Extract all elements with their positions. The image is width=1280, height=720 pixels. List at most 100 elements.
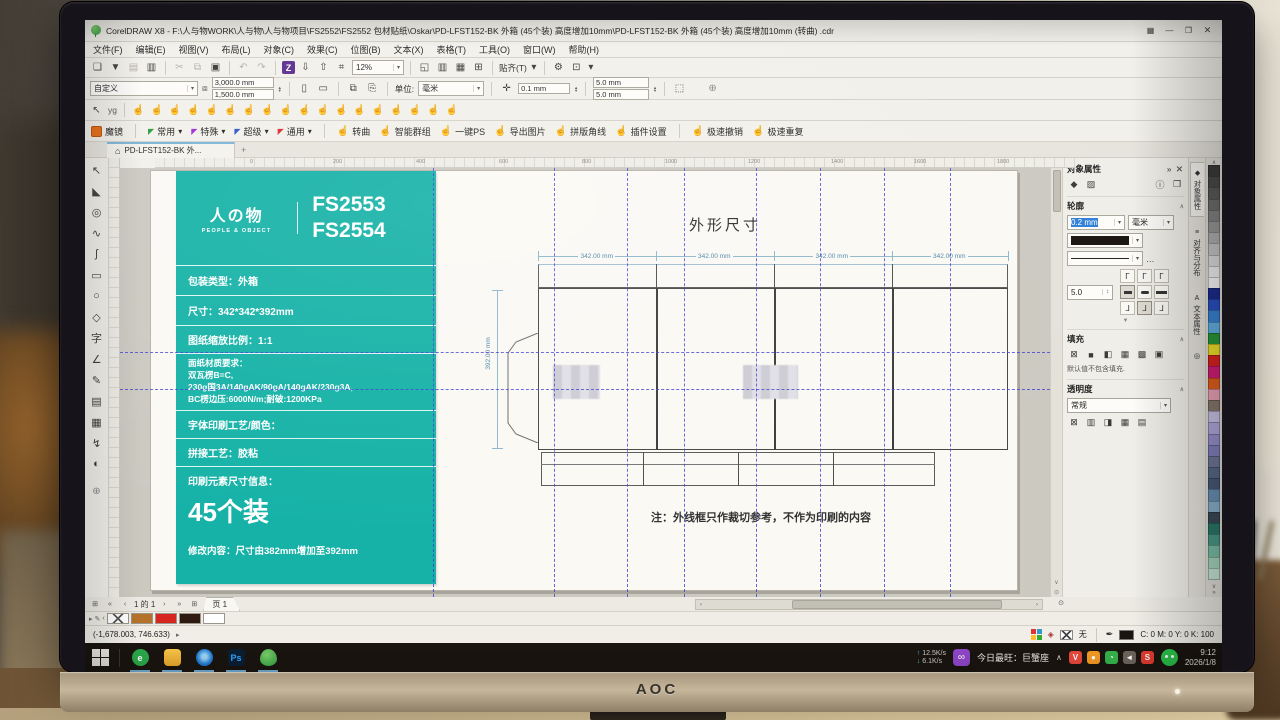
- outline-color-combo[interactable]: ▾: [1067, 233, 1143, 248]
- fill-tab-icon[interactable]: ▨: [1084, 178, 1098, 191]
- new-document-icon[interactable]: ❏: [90, 60, 105, 75]
- all-pages-icon[interactable]: ⧉: [346, 81, 361, 96]
- plugin-group-super[interactable]: ◤超级▾: [234, 125, 268, 138]
- guideline-horizontal[interactable]: [120, 389, 1050, 390]
- show-rulers-icon[interactable]: ▥: [435, 60, 450, 75]
- docpal-scroll-icon[interactable]: ‹: [102, 615, 104, 622]
- next-page-icon[interactable]: ›: [158, 601, 170, 608]
- cap-butt-icon[interactable]: [1120, 285, 1135, 299]
- fountain-fill-icon[interactable]: ◧: [1101, 348, 1115, 361]
- drawing-viewport[interactable]: 人の物 PEOPLE & OBJECT FS2553 FS2554 包装类型：外…: [120, 168, 1050, 597]
- outline-width-combo[interactable]: 0.2 mm▾: [1067, 215, 1125, 230]
- open-icon[interactable]: ▼: [108, 60, 123, 75]
- pattern-fill-icon[interactable]: ▦: [1118, 348, 1132, 361]
- tab-object-properties[interactable]: ◆对象属性: [1190, 162, 1204, 217]
- outline-style-combo[interactable]: ▾: [1067, 251, 1143, 266]
- docpal-eyedropper-icon[interactable]: ✎: [95, 615, 101, 623]
- plugin-group-special[interactable]: ◤特殊▾: [191, 125, 225, 138]
- plugin-group-general[interactable]: ◤通用▾: [278, 125, 312, 138]
- plugin-hand-icon[interactable]: ☝: [390, 105, 402, 116]
- plugin-export-image[interactable]: ☝导出图片: [494, 125, 545, 138]
- plugin-hand-icon[interactable]: ☝: [187, 105, 199, 116]
- menu-item-1[interactable]: 编辑(E): [136, 43, 166, 56]
- menu-item-10[interactable]: 窗口(W): [523, 43, 556, 56]
- page-width-field[interactable]: 3,000.0 mm: [212, 77, 274, 88]
- zoom-tool[interactable]: ◎: [87, 202, 107, 222]
- plugin-hand-icon[interactable]: ☝: [224, 105, 236, 116]
- coords-expand-icon[interactable]: ▸: [176, 631, 180, 639]
- plugin-hand-icon[interactable]: ☝: [261, 105, 273, 116]
- miter-limit-field[interactable]: 5.0 ↕: [1067, 285, 1113, 300]
- transparency-mode-combo[interactable]: 常规▾: [1067, 398, 1171, 413]
- constellation-app-icon[interactable]: ∞: [953, 649, 970, 666]
- corner-bevel-icon[interactable]: Γ: [1154, 269, 1169, 283]
- application-launcher-icon[interactable]: ⊡: [569, 60, 584, 75]
- nudge-field[interactable]: 0.1 mm: [518, 83, 570, 94]
- plugin-hand-icon[interactable]: ☝: [317, 105, 329, 116]
- page-height-field[interactable]: 1,500.0 mm: [212, 89, 274, 100]
- sogou-icon[interactable]: S: [1141, 651, 1154, 664]
- plugin-hand-icon[interactable]: ☝: [372, 105, 384, 116]
- no-fill-icon[interactable]: ⊠: [1067, 348, 1081, 361]
- document-palette-swatch[interactable]: [155, 613, 177, 624]
- redo-icon[interactable]: ↷: [254, 60, 269, 75]
- document-palette-swatch[interactable]: [203, 613, 225, 624]
- export-icon[interactable]: ⇧: [316, 60, 331, 75]
- artistic-media-tool[interactable]: ✎: [87, 370, 107, 390]
- position-outside-icon[interactable]: Γ: [1120, 301, 1135, 315]
- network-speed-widget[interactable]: ↑ 12.5K/s ↓ 6.1K/s: [917, 650, 946, 666]
- show-grid-icon[interactable]: ▦: [453, 60, 468, 75]
- smart-fill-tool[interactable]: ◐: [87, 454, 107, 474]
- quick-zoom-icon[interactable]: ⊙: [1058, 599, 1064, 607]
- menu-item-6[interactable]: 位图(B): [351, 43, 381, 56]
- import-icon[interactable]: ⇩: [298, 60, 313, 75]
- taskbar-file-explorer[interactable]: [160, 646, 184, 670]
- polygon-tool[interactable]: ◇: [87, 307, 107, 327]
- plugin-hand-icon[interactable]: ☝: [132, 105, 144, 116]
- launcher-dropdown-icon[interactable]: ▾: [587, 60, 595, 75]
- snap-to-menu[interactable]: 贴齐(T): [499, 62, 527, 74]
- restore-button[interactable]: ❐: [1180, 24, 1197, 38]
- guideline-vertical[interactable]: [884, 168, 885, 597]
- first-page-icon[interactable]: «: [104, 601, 116, 608]
- outline-tab-icon[interactable]: ◆: [1067, 178, 1081, 191]
- plugin-hand-icon[interactable]: ☝: [446, 105, 458, 116]
- uniform-transparency-icon[interactable]: ▥: [1084, 416, 1098, 429]
- guideline-vertical[interactable]: [684, 168, 685, 597]
- add-toolbar-icon[interactable]: ⊕: [705, 81, 720, 96]
- undo-icon[interactable]: ↶: [236, 60, 251, 75]
- pick-tool[interactable]: ↖: [87, 160, 107, 180]
- add-tool-icon[interactable]: ⊕: [87, 481, 107, 501]
- copy-icon[interactable]: ⧉: [190, 60, 205, 75]
- add-page-end-icon[interactable]: ⊞: [188, 600, 200, 608]
- options-gear-icon[interactable]: ⚙: [551, 60, 566, 75]
- text-tool[interactable]: 字: [87, 328, 107, 348]
- plugin-one-key-ps[interactable]: ☝一键PS: [440, 125, 485, 138]
- units-combo[interactable]: 毫米▾: [418, 81, 484, 96]
- document-tab[interactable]: ⌂ PD-LFST152-BK 外...: [107, 142, 235, 158]
- horizontal-scroll-thumb[interactable]: [792, 600, 1002, 609]
- magic-mirror-button[interactable]: 魔镜: [91, 125, 123, 138]
- no-color-swatch[interactable]: [107, 613, 129, 624]
- document-palette-swatch[interactable]: [179, 613, 201, 624]
- info-icon[interactable]: ⓘ: [1153, 178, 1167, 191]
- plugin-hand-icon[interactable]: ☝: [150, 105, 162, 116]
- volume-icon[interactable]: ◄: [1123, 651, 1136, 664]
- dimension-tool[interactable]: ∠: [87, 349, 107, 369]
- spec-info-panel[interactable]: 人の物 PEOPLE & OBJECT FS2553 FS2554 包装类型：外…: [176, 171, 436, 584]
- interactive-fill-tool[interactable]: ▤: [87, 391, 107, 411]
- plugin-hand-icon[interactable]: ☝: [353, 105, 365, 116]
- menu-item-11[interactable]: 帮助(H): [569, 43, 600, 56]
- postscript-fill-icon[interactable]: ▣: [1152, 348, 1166, 361]
- start-button[interactable]: [91, 648, 111, 668]
- plugin-hand-icon[interactable]: ☝: [280, 105, 292, 116]
- plugin-imposition-marks[interactable]: ☝拼版角线: [555, 125, 606, 138]
- palette-swatch[interactable]: [1208, 568, 1220, 580]
- page-tab[interactable]: 页 1: [203, 597, 240, 611]
- document-color-profile-icon[interactable]: [1031, 629, 1042, 640]
- plugin-smart-group[interactable]: ☝智能群组: [379, 125, 430, 138]
- guideline-vertical[interactable]: [820, 168, 821, 597]
- corner-round-icon[interactable]: Γ: [1137, 269, 1152, 283]
- taskbar-app-green[interactable]: e: [128, 646, 152, 670]
- expand-section-icon[interactable]: ▼: [1123, 318, 1129, 324]
